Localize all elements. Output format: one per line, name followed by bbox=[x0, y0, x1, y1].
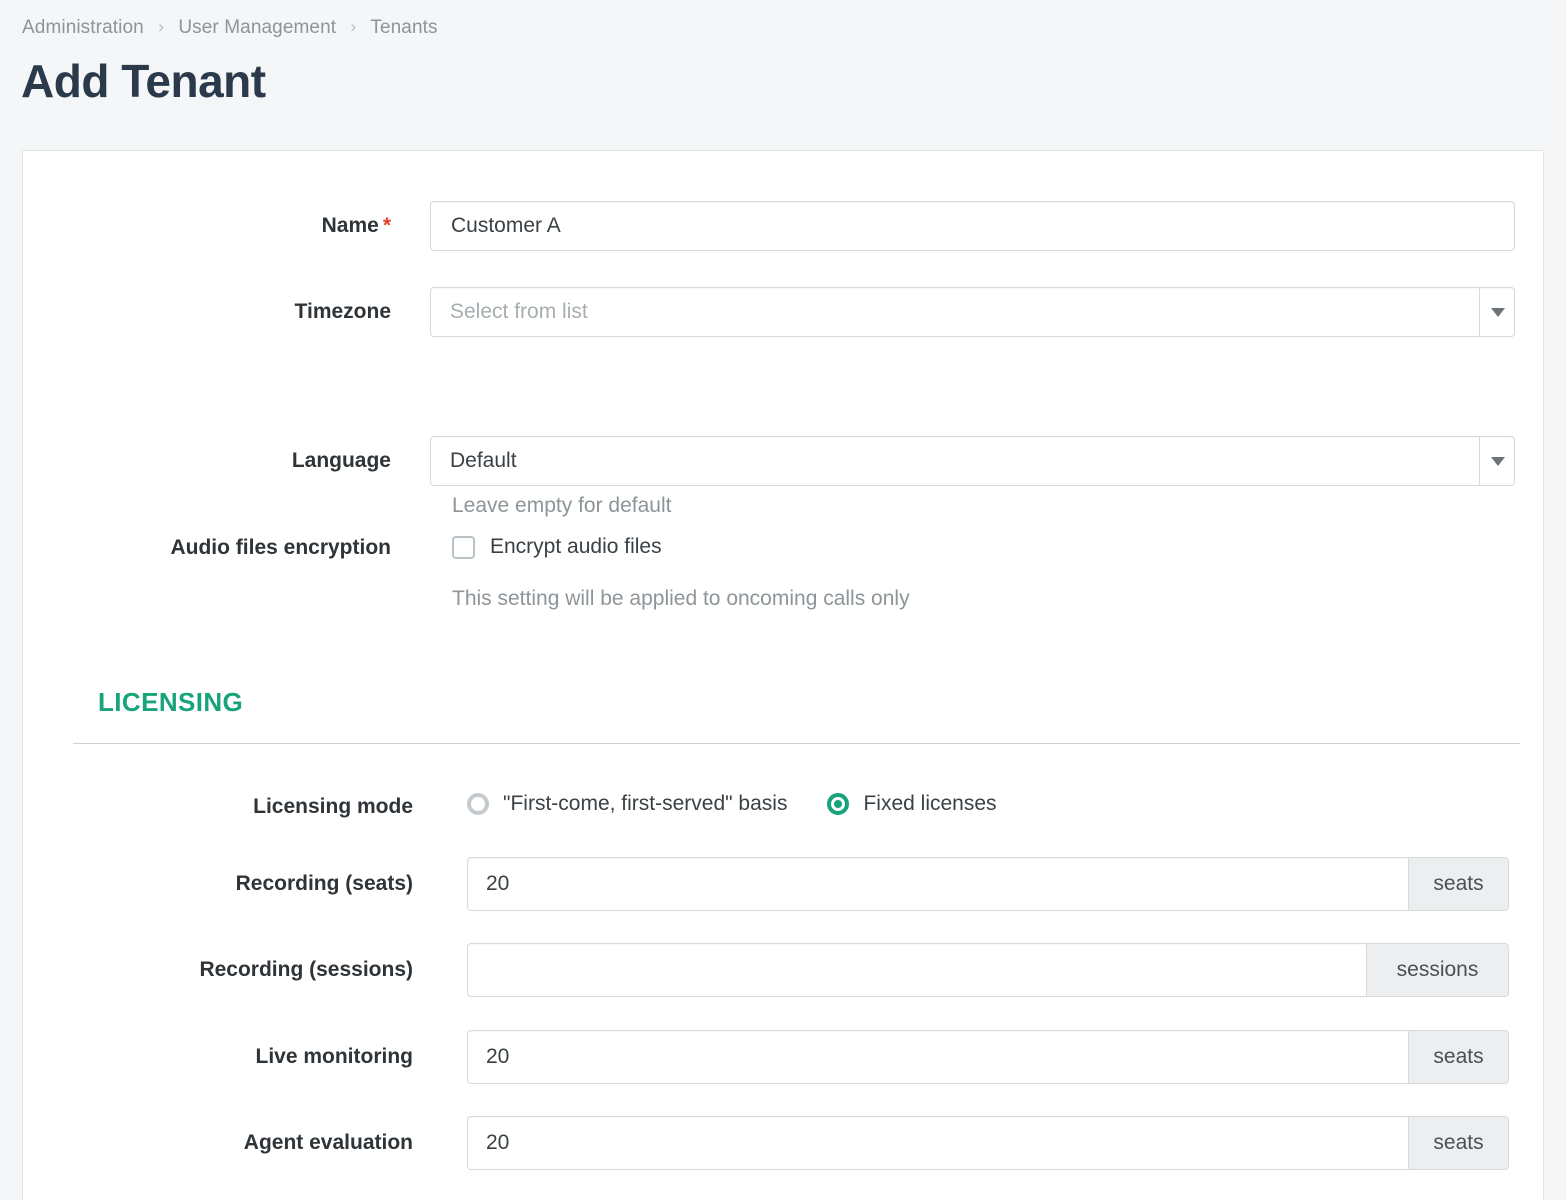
radio-label-first-come-first-served[interactable]: "First-come, first-served" basis bbox=[503, 792, 787, 816]
timezone-help-text: Leave empty for default bbox=[452, 494, 672, 517]
required-asterisk: * bbox=[382, 214, 391, 237]
label-licensing-mode: Licensing mode bbox=[253, 795, 413, 818]
agent-evaluation-input[interactable] bbox=[467, 1116, 1408, 1170]
label-audio-files-encryption: Audio files encryption bbox=[170, 536, 391, 559]
input-group-recording-sessions: sessions bbox=[467, 943, 1509, 997]
label-language: Language bbox=[291, 449, 391, 472]
control-timezone: Select from list bbox=[430, 287, 1515, 337]
label-recording-sessions: Recording (sessions) bbox=[199, 958, 413, 981]
language-select-box bbox=[430, 436, 1515, 486]
control-language: Default bbox=[430, 436, 1515, 486]
audio-encryption-help-text: This setting will be applied to oncoming… bbox=[452, 587, 910, 610]
encrypt-audio-files-checkbox-row[interactable]: Encrypt audio files bbox=[452, 535, 662, 559]
input-group-recording-seats: seats bbox=[467, 857, 1509, 911]
page-title: Add Tenant bbox=[21, 55, 266, 107]
breadcrumb-item-user-management[interactable]: User Management bbox=[178, 17, 336, 38]
label-timezone: Timezone bbox=[294, 300, 391, 323]
label-name: Name * bbox=[23, 214, 391, 238]
language-dropdown-toggle[interactable] bbox=[1479, 436, 1515, 486]
name-input[interactable] bbox=[430, 201, 1515, 251]
timezone-select-box bbox=[430, 287, 1515, 337]
breadcrumb-separator-icon: › bbox=[158, 17, 164, 36]
chevron-down-icon bbox=[1490, 307, 1505, 317]
language-select[interactable]: Default bbox=[430, 436, 1515, 486]
timezone-dropdown-toggle[interactable] bbox=[1479, 287, 1515, 337]
timezone-select[interactable]: Select from list bbox=[430, 287, 1515, 337]
label-live-monitoring: Live monitoring bbox=[255, 1045, 414, 1068]
agent-evaluation-unit-addon: seats bbox=[1408, 1116, 1509, 1170]
recording-sessions-input[interactable] bbox=[467, 943, 1366, 997]
label-name-text: Name bbox=[321, 214, 379, 237]
breadcrumb: Administration › User Management › Tenan… bbox=[22, 17, 438, 39]
recording-seats-unit-addon: seats bbox=[1408, 857, 1509, 911]
breadcrumb-separator-icon: › bbox=[350, 17, 357, 36]
radio-label-fixed-licenses[interactable]: Fixed licenses bbox=[863, 792, 996, 816]
label-agent-evaluation: Agent evaluation bbox=[243, 1131, 413, 1154]
timezone-select-value: Select from list bbox=[450, 300, 588, 323]
page-root: Administration › User Management › Tenan… bbox=[0, 0, 1566, 1200]
control-name bbox=[430, 201, 1515, 251]
encrypt-audio-files-checkbox[interactable] bbox=[452, 535, 475, 559]
live-monitoring-input[interactable] bbox=[467, 1030, 1408, 1084]
chevron-down-icon bbox=[1490, 456, 1505, 466]
section-title-licensing: LICENSING bbox=[98, 687, 244, 717]
encrypt-audio-files-label: Encrypt audio files bbox=[490, 535, 662, 558]
breadcrumb-item-administration[interactable]: Administration bbox=[22, 17, 144, 38]
breadcrumb-item-tenants[interactable]: Tenants bbox=[370, 17, 437, 38]
language-select-value: Default bbox=[450, 449, 517, 472]
live-monitoring-unit-addon: seats bbox=[1408, 1030, 1509, 1084]
form-card: Name* Timezone Select from list Leave em… bbox=[22, 150, 1544, 1200]
recording-sessions-unit-addon: sessions bbox=[1366, 943, 1509, 997]
radio-fixed-licenses[interactable] bbox=[827, 793, 850, 815]
label-recording-seats: Recording (seats) bbox=[235, 872, 413, 895]
section-divider bbox=[73, 743, 1520, 744]
radio-first-come-first-served[interactable] bbox=[467, 793, 489, 815]
recording-seats-input[interactable] bbox=[467, 857, 1408, 911]
input-group-live-monitoring: seats bbox=[467, 1030, 1509, 1084]
input-group-agent-evaluation: seats bbox=[467, 1116, 1509, 1170]
licensing-mode-radio-group: "First-come, first-served" basis Fixed l… bbox=[467, 792, 997, 816]
